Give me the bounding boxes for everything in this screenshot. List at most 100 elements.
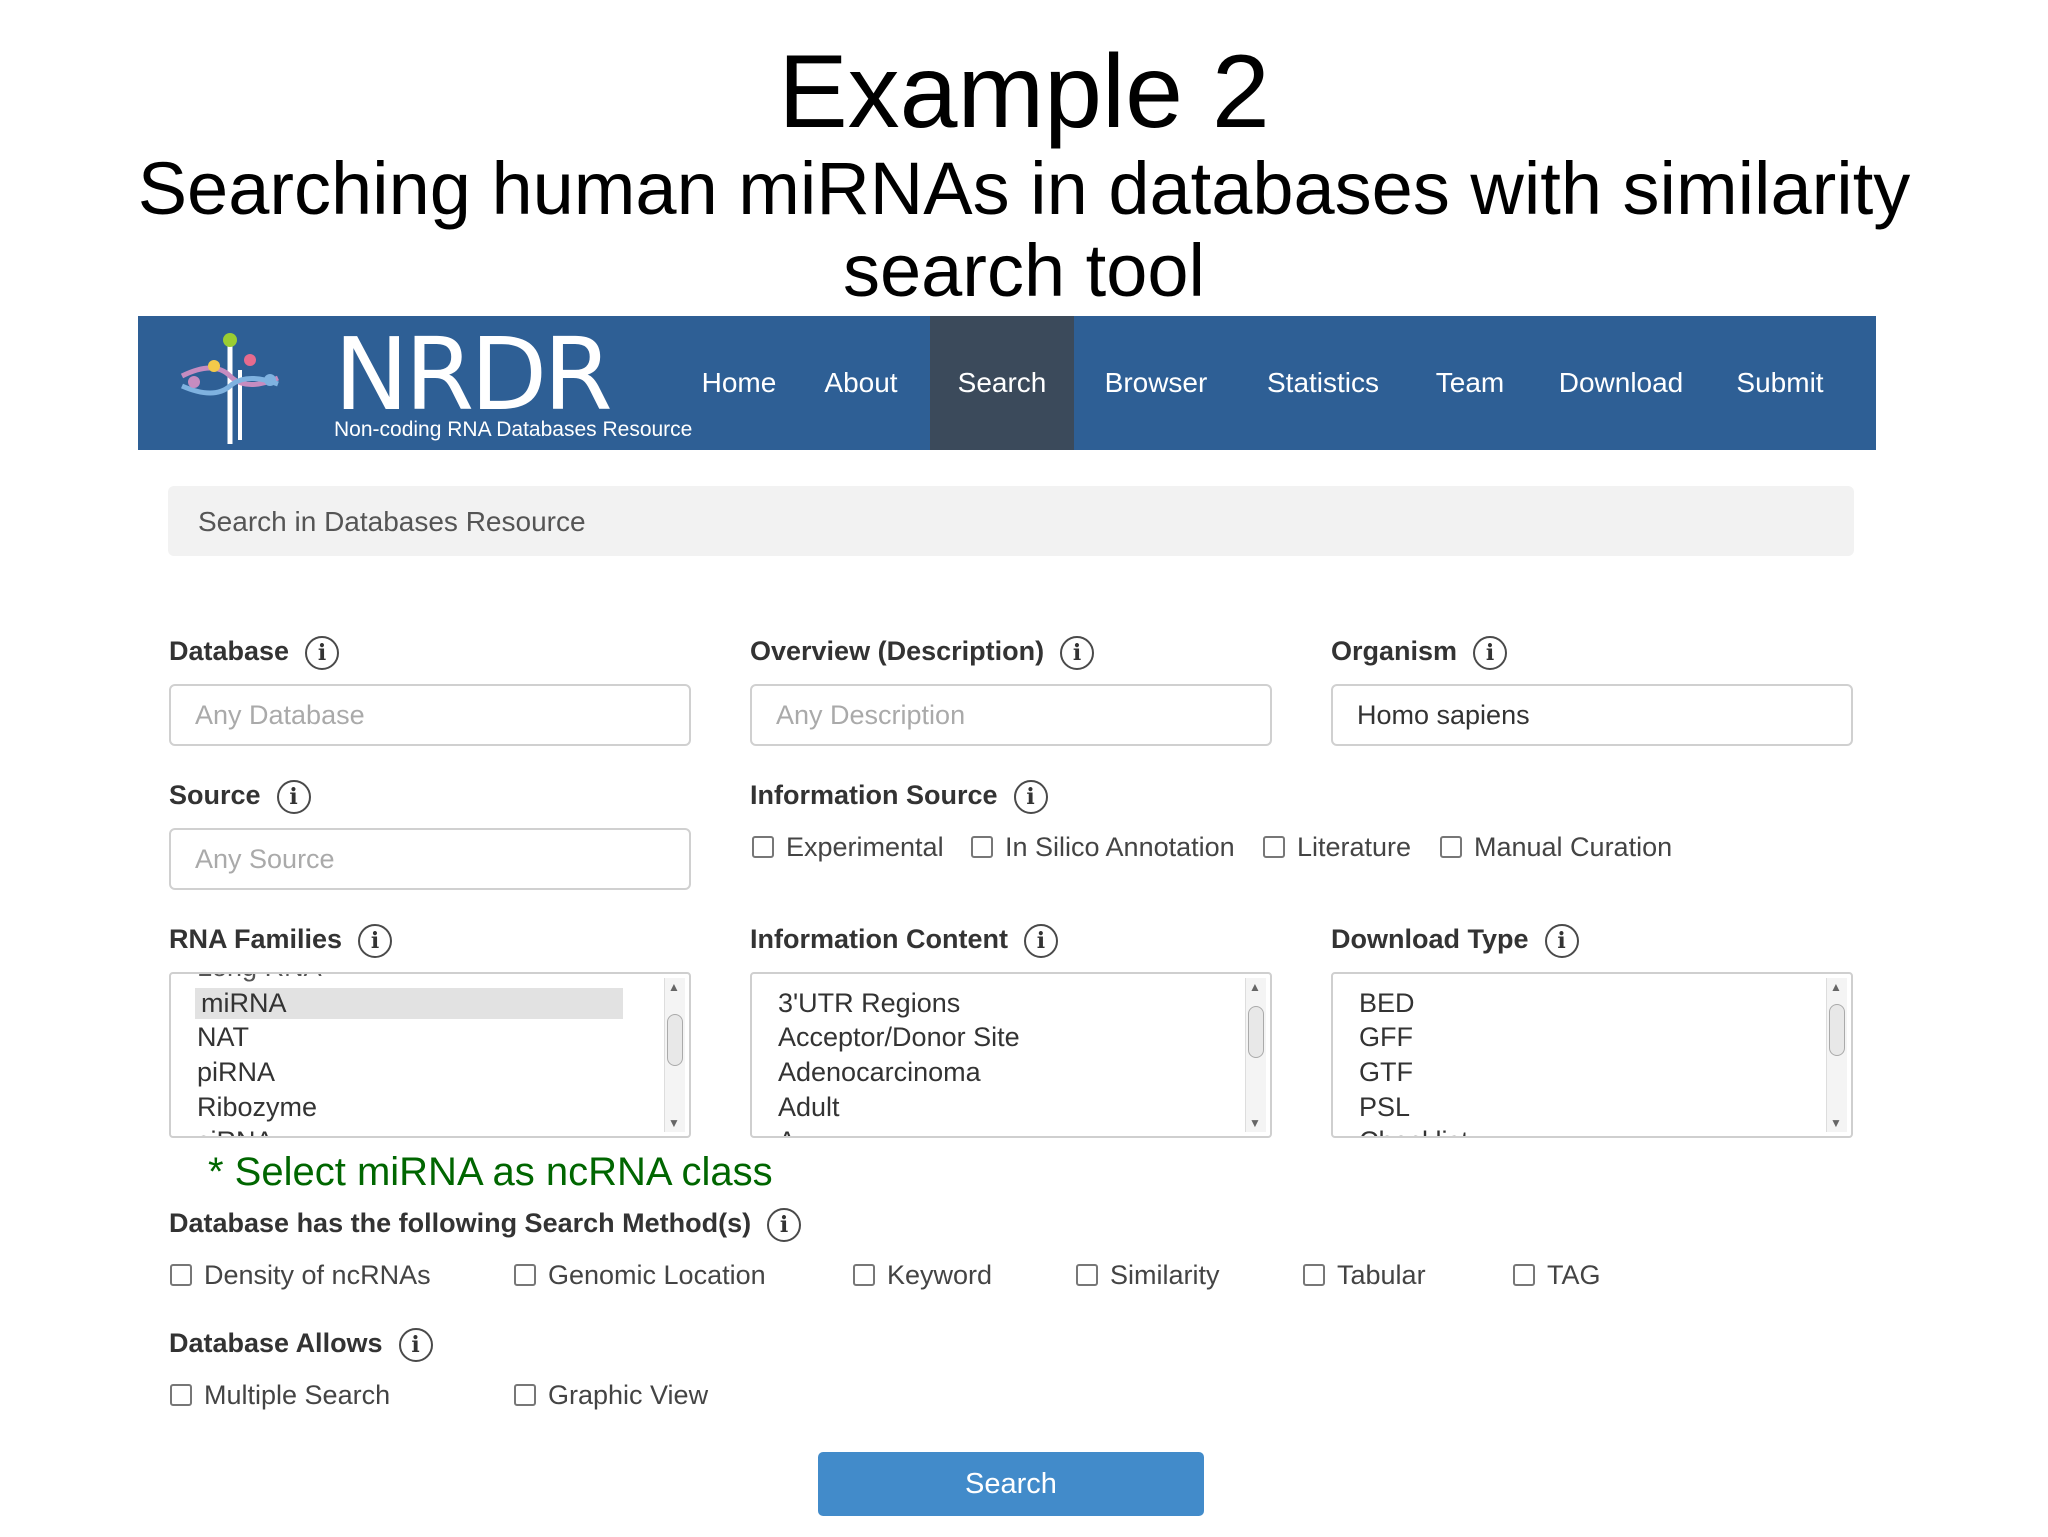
checkbox[interactable] xyxy=(752,835,774,858)
info-icon[interactable]: i xyxy=(276,780,311,814)
checkbox[interactable] xyxy=(514,1263,536,1286)
checkbox-label: Experimental xyxy=(786,832,944,862)
logo-subtitle: Non-coding RNA Databases Resource xyxy=(334,418,693,441)
download-type-listbox[interactable]: BED GFF GTF PSL Checklist ▲ ▼ xyxy=(1331,972,1853,1138)
search-methods-label-text: Database has the following Search Method… xyxy=(169,1208,752,1239)
checkbox-genomic-location[interactable]: Genomic Location xyxy=(514,1260,766,1291)
checkbox-similarity[interactable]: Similarity xyxy=(1076,1260,1220,1291)
scrollbar[interactable]: ▲ ▼ xyxy=(1245,978,1266,1132)
list-item[interactable]: Acceptor/Donor Site xyxy=(778,1022,1020,1053)
source-label-text: Source xyxy=(169,780,261,811)
info-icon[interactable]: i xyxy=(358,924,393,958)
scrollbar[interactable]: ▲ ▼ xyxy=(1826,978,1847,1132)
checkbox-label: Density of ncRNAs xyxy=(204,1260,431,1290)
checkbox[interactable] xyxy=(1513,1263,1535,1286)
scroll-down-icon[interactable]: ▼ xyxy=(668,1116,680,1130)
scrollbar[interactable]: ▲ ▼ xyxy=(664,978,685,1132)
nrdr-logo[interactable]: NRDR Non-coding RNA Databases Resource xyxy=(174,320,692,444)
info-icon[interactable]: i xyxy=(1023,924,1058,958)
rna-families-listbox[interactable]: Long RNA miRNA NAT piRNA Ribozyme siRNA … xyxy=(169,972,691,1138)
checkbox[interactable] xyxy=(971,835,993,858)
scroll-down-icon[interactable]: ▼ xyxy=(1830,1116,1842,1130)
nav-submit[interactable]: Submit xyxy=(1718,316,1842,450)
list-item[interactable]: Adenocarcinoma xyxy=(778,1057,981,1088)
list-item[interactable]: Checklist xyxy=(1359,1126,1469,1136)
list-item[interactable]: Ribozyme xyxy=(197,1092,317,1123)
database-label: Database i xyxy=(169,636,340,670)
scroll-thumb[interactable] xyxy=(667,1014,683,1066)
list-item[interactable]: piRNA xyxy=(197,1057,275,1088)
nav-browser[interactable]: Browser xyxy=(1088,316,1224,450)
search-methods-label: Database has the following Search Method… xyxy=(169,1208,802,1242)
nav-team[interactable]: Team xyxy=(1420,316,1520,450)
nav-about[interactable]: About xyxy=(808,316,914,450)
nav-statistics[interactable]: Statistics xyxy=(1248,316,1398,450)
checkbox-in-silico-annotation[interactable]: In Silico Annotation xyxy=(971,832,1235,863)
search-panel-header: Search in Databases Resource xyxy=(168,486,1854,556)
navbar: NRDR Non-coding RNA Databases Resource H… xyxy=(138,316,1876,450)
checkbox-literature[interactable]: Literature xyxy=(1263,832,1411,863)
checkbox[interactable] xyxy=(1076,1263,1098,1286)
checkbox-label: In Silico Annotation xyxy=(1005,832,1235,862)
list-item[interactable]: NAT xyxy=(197,1022,249,1053)
scroll-up-icon[interactable]: ▲ xyxy=(668,980,680,994)
checkbox[interactable] xyxy=(514,1383,536,1406)
organism-label: Organism i xyxy=(1331,636,1508,670)
list-item[interactable]: GTF xyxy=(1359,1057,1413,1088)
checkbox[interactable] xyxy=(1303,1263,1325,1286)
info-icon[interactable]: i xyxy=(1473,636,1508,670)
list-item[interactable]: siRNA xyxy=(197,1126,274,1136)
checkbox[interactable] xyxy=(170,1383,192,1406)
rna-families-label-text: RNA Families xyxy=(169,924,343,955)
information-content-label: Information Content i xyxy=(750,924,1058,958)
checkbox-density-of-ncrnas[interactable]: Density of ncRNAs xyxy=(170,1260,431,1291)
info-icon[interactable]: i xyxy=(305,636,340,670)
checkbox[interactable] xyxy=(1440,835,1462,858)
checkbox[interactable] xyxy=(1263,835,1285,858)
list-item[interactable]: PSL xyxy=(1359,1092,1410,1123)
scroll-up-icon[interactable]: ▲ xyxy=(1830,980,1842,994)
overview-label-text: Overview (Description) xyxy=(750,636,1045,667)
download-type-label-text: Download Type xyxy=(1331,924,1529,955)
info-icon[interactable]: i xyxy=(398,1328,433,1362)
search-button[interactable]: Search xyxy=(818,1452,1204,1516)
information-content-listbox[interactable]: 3'UTR Regions Acceptor/Donor Site Adenoc… xyxy=(750,972,1272,1138)
scroll-down-icon[interactable]: ▼ xyxy=(1249,1116,1261,1130)
checkbox-tag[interactable]: TAG xyxy=(1513,1260,1601,1291)
checkbox[interactable] xyxy=(170,1263,192,1286)
nav-search[interactable]: Search xyxy=(930,316,1074,450)
scroll-up-icon[interactable]: ▲ xyxy=(1249,980,1261,994)
database-allows-label-text: Database Allows xyxy=(169,1328,383,1359)
organism-input[interactable]: Homo sapiens xyxy=(1331,684,1853,746)
organism-label-text: Organism xyxy=(1331,636,1458,667)
info-icon[interactable]: i xyxy=(767,1208,802,1242)
scroll-thumb[interactable] xyxy=(1829,1004,1845,1056)
info-icon[interactable]: i xyxy=(1013,780,1048,814)
info-icon[interactable]: i xyxy=(1544,924,1579,958)
list-item[interactable]: GFF xyxy=(1359,1022,1413,1053)
list-item[interactable]: BED xyxy=(1359,988,1415,1019)
information-content-label-text: Information Content xyxy=(750,924,1008,955)
list-item[interactable]: A xyxy=(778,1126,796,1136)
checkbox-tabular[interactable]: Tabular xyxy=(1303,1260,1426,1291)
nav-home[interactable]: Home xyxy=(682,316,796,450)
source-input[interactable]: Any Source xyxy=(169,828,691,890)
checkbox-keyword[interactable]: Keyword xyxy=(853,1260,992,1291)
checkbox-experimental[interactable]: Experimental xyxy=(752,832,944,863)
checkbox[interactable] xyxy=(853,1263,875,1286)
list-item-selected[interactable]: miRNA xyxy=(195,988,623,1019)
checkbox-label: Literature xyxy=(1297,832,1412,862)
checkbox-graphic-view[interactable]: Graphic View xyxy=(514,1380,708,1411)
checkbox-multiple-search[interactable]: Multiple Search xyxy=(170,1380,390,1411)
source-label: Source i xyxy=(169,780,311,814)
list-item[interactable]: Adult xyxy=(778,1092,840,1123)
info-icon[interactable]: i xyxy=(1060,636,1095,670)
database-input[interactable]: Any Database xyxy=(169,684,691,746)
scroll-thumb[interactable] xyxy=(1248,1006,1264,1058)
nav-download[interactable]: Download xyxy=(1546,316,1696,450)
overview-input[interactable]: Any Description xyxy=(750,684,1272,746)
annotation-note: * Select miRNA as ncRNA class xyxy=(208,1150,773,1194)
checkbox-manual-curation[interactable]: Manual Curation xyxy=(1440,832,1672,863)
list-item[interactable]: 3'UTR Regions xyxy=(778,988,960,1019)
list-item[interactable]: Long RNA xyxy=(197,974,322,983)
